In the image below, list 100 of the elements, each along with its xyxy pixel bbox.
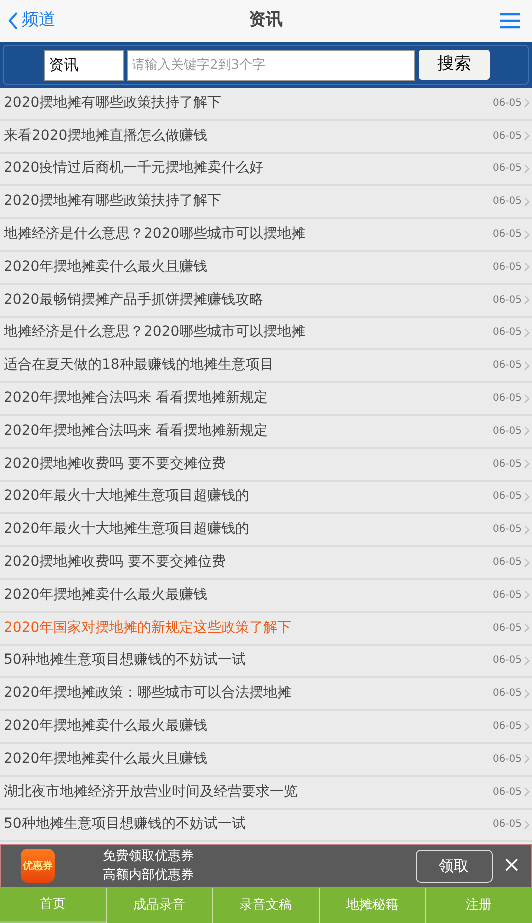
article-title: 湖北夜市地摊经济开放营业时间及经营要求一览 — [4, 782, 298, 802]
search-field[interactable]: 请输入关键字2到3个字 — [127, 50, 415, 80]
article-date: 06-05 — [492, 96, 522, 111]
article-title: 2020年最火十大地摊生意项目超赚钱的 — [4, 520, 250, 540]
article-title: 50种地摊生意项目想赚钱的不妨试一试 — [4, 815, 246, 834]
back-icon — [8, 12, 18, 30]
article-date: 06-05 — [492, 490, 522, 504]
chevron-icon — [524, 459, 530, 470]
chevron-icon — [524, 164, 530, 174]
article-row[interactable]: 2020年国家对摆地摊的新规定这些政策了解下 06-05 — [0, 612, 532, 646]
banner-title: 免费领取优惠券 — [103, 848, 194, 866]
article-title: 2020年最火十大地摊生意项目超赚钱的 — [4, 487, 250, 506]
chevron-icon — [524, 394, 530, 404]
article-date: 06-05 — [492, 622, 522, 636]
chevron-icon — [524, 426, 530, 436]
article-row[interactable]: 2020年摆地摊卖什么最火且赚钱 06-05 — [0, 744, 532, 777]
article-row[interactable]: 地摊经济是什么意思？2020哪些城市可以摆地摊 06-05 — [0, 318, 532, 350]
chevron-icon — [524, 230, 530, 240]
article-date: 06-05 — [492, 687, 522, 702]
article-title: 2020最畅销摆摊产品手抓饼摆摊赚钱攻略 — [4, 290, 264, 310]
article-date: 06-05 — [492, 720, 522, 734]
article-row[interactable]: 2020最畅销摆摊产品手抓饼摆摊赚钱攻略 06-05 — [0, 284, 532, 318]
chevron-icon — [524, 623, 530, 634]
article-title: 2020年摆地摊卖什么最火且赚钱 — [4, 258, 208, 277]
article-row[interactable]: 湖北夜市地摊经济开放营业时间及经营要求一览 06-05 — [0, 776, 532, 810]
back-link[interactable]: 频道 — [8, 8, 56, 34]
chevron-icon — [524, 98, 530, 108]
page-title: 资讯 — [249, 9, 283, 32]
claim-button[interactable]: 领取 — [416, 850, 493, 882]
article-row[interactable]: 来看2020摆地摊直播怎么做赚钱 06-05 — [0, 120, 532, 154]
article-row[interactable]: 2020年摆地摊卖什么最火最赚钱 06-05 — [0, 580, 532, 613]
article-date: 06-05 — [492, 654, 522, 668]
article-row[interactable]: 适合在夏天做的18种最赚钱的地摊生意项目 06-05 — [0, 350, 532, 384]
article-title: 地摊经济是什么意思？2020哪些城市可以摆地摊 — [4, 225, 306, 244]
chevron-icon — [524, 820, 530, 830]
chevron-icon — [524, 524, 530, 535]
article-row[interactable]: 地摊经济是什么意思？2020哪些城市可以摆地摊 06-05 — [0, 219, 532, 252]
article-title: 2020年摆地摊卖什么最火最赚钱 — [4, 717, 208, 736]
article-date: 06-05 — [492, 588, 522, 603]
article-row[interactable]: 2020年摆地摊卖什么最火且赚钱 06-05 — [0, 252, 532, 285]
chevron-icon — [524, 656, 530, 666]
article-title: 2020摆地摊收费吗 要不要交摊位费 — [4, 454, 226, 474]
banner-subtitle: 高额内部优惠券 — [103, 867, 194, 885]
article-date: 06-05 — [492, 228, 522, 242]
category-field[interactable]: 资讯 — [44, 50, 124, 80]
chevron-icon — [524, 262, 530, 272]
chevron-icon — [524, 328, 530, 338]
article-date: 06-05 — [492, 752, 522, 767]
close-button[interactable]: × — [502, 855, 521, 877]
chevron-icon — [524, 295, 530, 306]
article-row[interactable]: 2020摆地摊收费吗 要不要交摊位费 06-05 — [0, 448, 532, 482]
article-title: 适合在夏天做的18种最赚钱的地摊生意项目 — [4, 356, 274, 376]
article-title: 2020年摆地摊合法吗来 看看摆地摊新规定 — [4, 389, 268, 408]
article-date: 06-05 — [492, 195, 522, 210]
chevron-icon — [524, 754, 530, 764]
article-row[interactable]: 2020年摆地摊政策：哪些城市可以合法摆地摊 06-05 — [0, 678, 532, 712]
article-row[interactable]: 2020年摆地摊合法吗来 看看摆地摊新规定 06-05 — [0, 383, 532, 416]
chevron-icon — [524, 492, 530, 502]
article-row[interactable]: 2020疫情过后商机一千元摆地摊卖什么好 06-05 — [0, 154, 532, 186]
article-row[interactable]: 2020摆地摊有哪些政策扶持了解下 06-05 — [0, 186, 532, 220]
search-button[interactable]: 搜索 — [419, 50, 490, 80]
article-title: 地摊经济是什么意思？2020哪些城市可以摆地摊 — [4, 323, 306, 342]
article-date: 06-05 — [492, 359, 522, 374]
chevron-icon — [524, 360, 530, 371]
chevron-icon — [524, 196, 530, 207]
chevron-icon — [524, 131, 530, 142]
article-date: 06-05 — [492, 326, 522, 340]
article-row[interactable]: 2020年摆地摊卖什么最火最赚钱 06-05 — [0, 711, 532, 744]
article-row[interactable]: 2020摆地摊收费吗 要不要交摊位费 06-05 — [0, 547, 532, 580]
article-title: 2020年国家对摆地摊的新规定这些政策了解下 — [4, 618, 292, 638]
article-title: 2020年摆地摊卖什么最火最赚钱 — [4, 586, 208, 605]
article-row[interactable]: 2020年最火十大地摊生意项目超赚钱的 06-05 — [0, 514, 532, 548]
menu-icon[interactable] — [500, 13, 520, 29]
article-row[interactable]: 2020年最火十大地摊生意项目超赚钱的 06-05 — [0, 482, 532, 514]
article-date: 06-05 — [492, 458, 522, 472]
article-row[interactable]: 2020年摆地摊合法吗来 看看摆地摊新规定 06-05 — [0, 416, 532, 449]
article-title: 来看2020摆地摊直播怎么做赚钱 — [4, 126, 208, 146]
article-date: 06-05 — [492, 260, 522, 275]
article-title: 2020年摆地摊卖什么最火且赚钱 — [4, 750, 208, 769]
article-title: 2020年摆地摊合法吗来 看看摆地摊新规定 — [4, 422, 268, 441]
chevron-icon — [524, 590, 530, 600]
article-date: 06-05 — [492, 294, 522, 308]
article-title: 2020摆地摊有哪些政策扶持了解下 — [4, 192, 222, 212]
article-title: 2020摆地摊收费吗 要不要交摊位费 — [4, 553, 226, 572]
article-row[interactable]: 2020摆地摊有哪些政策扶持了解下 06-05 — [0, 88, 532, 121]
article-title: 50种地摊生意项目想赚钱的不妨试一试 — [4, 651, 246, 670]
chevron-icon — [524, 787, 530, 798]
article-date: 06-05 — [492, 523, 522, 538]
article-date: 06-05 — [492, 162, 522, 176]
article-row[interactable]: 50种地摊生意项目想赚钱的不妨试一试 06-05 — [0, 646, 532, 678]
article-row[interactable]: 50种地摊生意项目想赚钱的不妨试一试 06-05 — [0, 810, 532, 842]
article-title: 2020疫情过后商机一千元摆地摊卖什么好 — [4, 159, 264, 178]
chevron-icon — [524, 558, 530, 568]
chevron-icon — [524, 688, 530, 699]
chevron-icon — [524, 722, 530, 732]
article-date: 06-05 — [492, 130, 522, 144]
article-date: 06-05 — [492, 786, 522, 800]
app-icon: 优惠券 — [21, 849, 55, 883]
article-date: 06-05 — [492, 818, 522, 832]
article-title: 2020摆地摊有哪些政策扶持了解下 — [4, 94, 222, 113]
